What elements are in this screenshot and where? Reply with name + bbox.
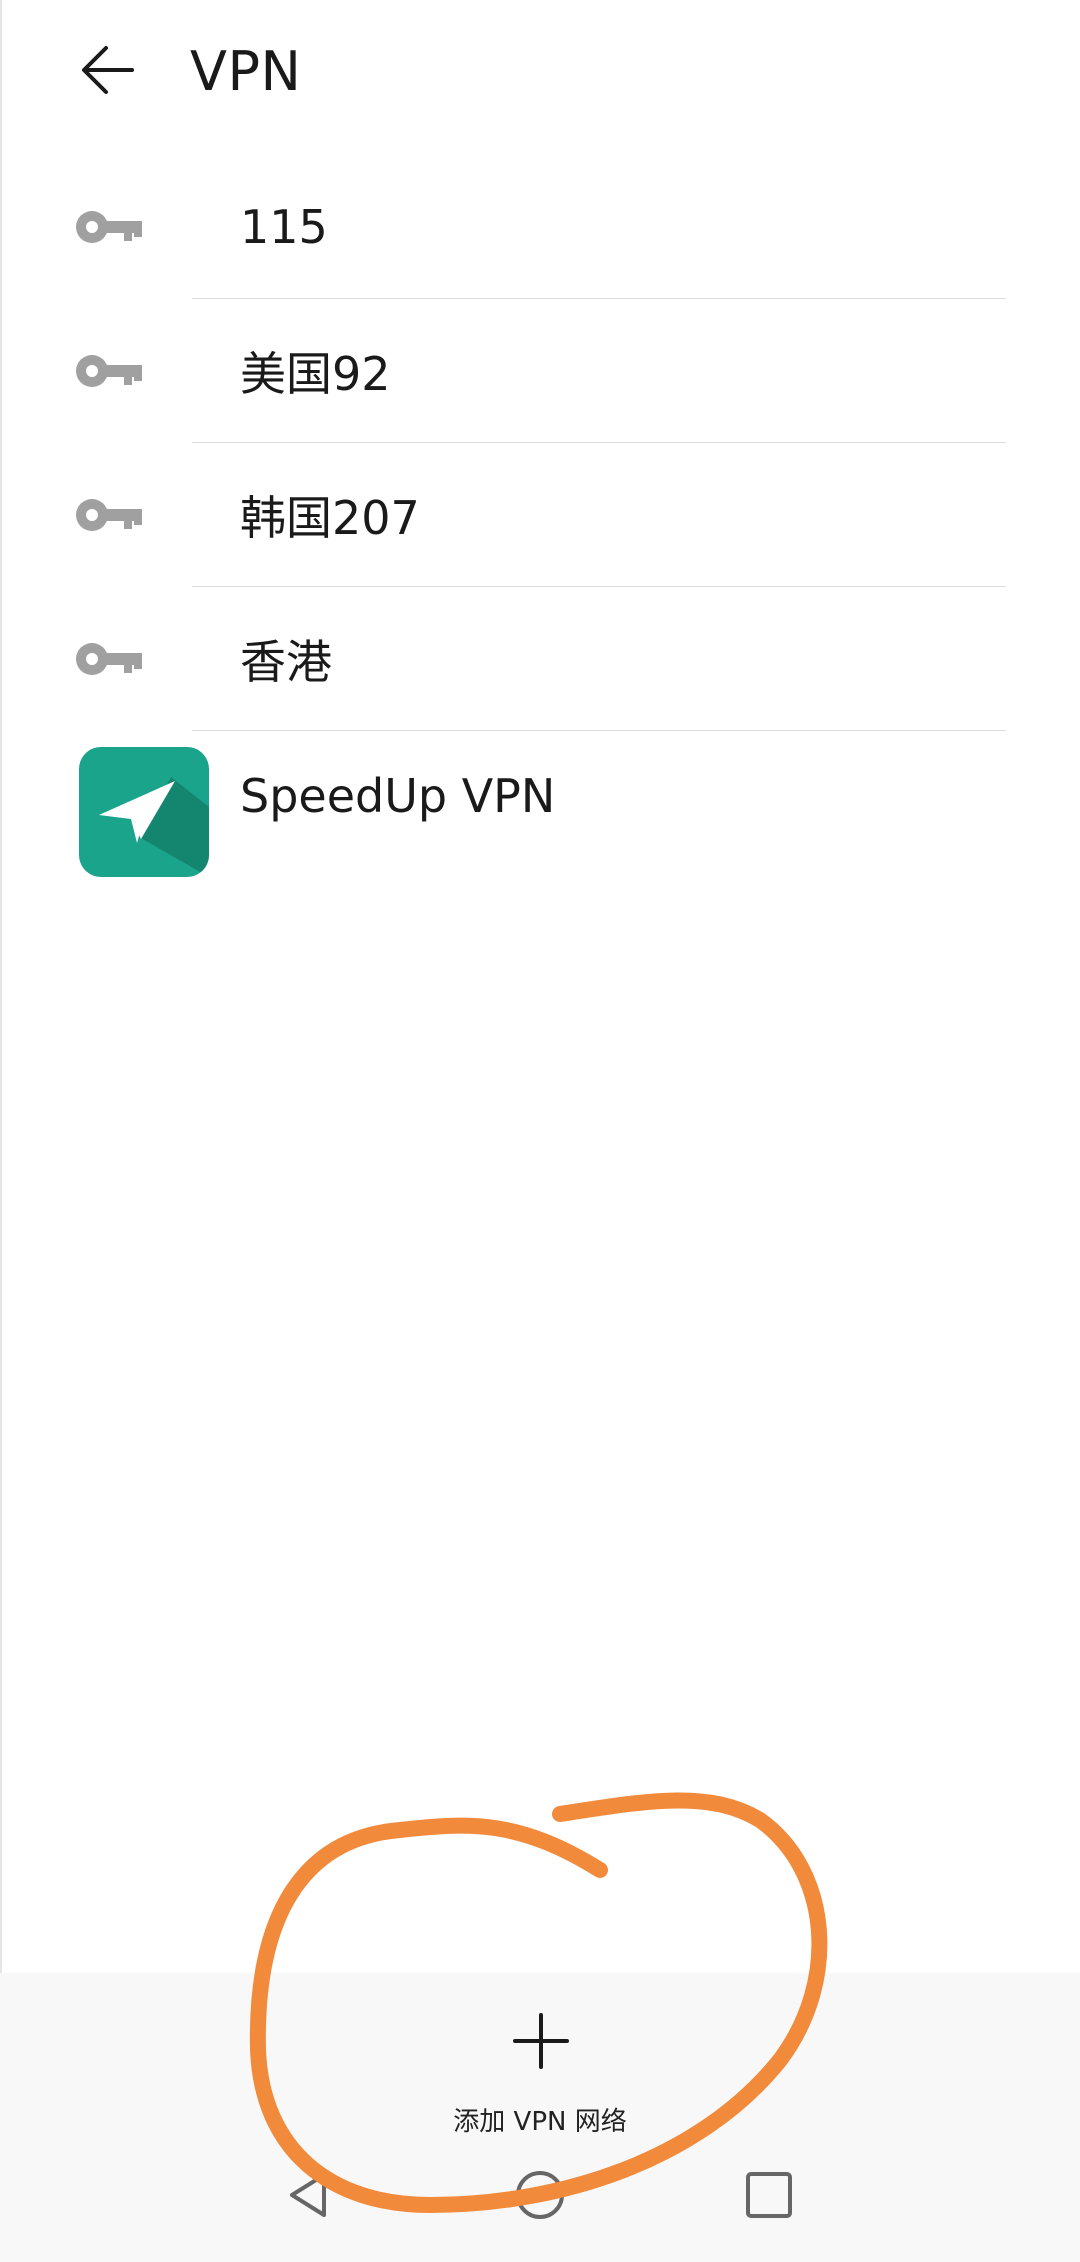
vpn-name: 115 <box>240 200 328 254</box>
circle-home-icon <box>516 2171 564 2219</box>
key-icon <box>76 355 142 387</box>
key-icon <box>76 211 142 243</box>
plus-icon <box>513 2013 569 2069</box>
triangle-back-icon <box>290 2173 326 2217</box>
vpn-name: 香港 <box>240 635 332 689</box>
square-recents-icon <box>746 2172 792 2218</box>
back-button[interactable] <box>70 30 146 110</box>
speedup-vpn-app-icon <box>79 747 209 877</box>
app-name: SpeedUp VPN <box>240 769 556 823</box>
add-vpn-button[interactable]: 添加 VPN 网络 <box>420 2003 660 2143</box>
vpn-list: 115 美国92 韩国207 香港 SpeedUp VPN <box>0 155 1080 901</box>
vpn-list-item[interactable]: 韩国207 <box>0 443 1080 587</box>
system-navigation-bar <box>0 2150 1080 2262</box>
nav-back-button[interactable] <box>275 2160 345 2230</box>
key-icon <box>76 499 142 531</box>
add-vpn-label: 添加 VPN 网络 <box>453 2107 627 2137</box>
page-title: VPN <box>190 40 302 103</box>
vpn-name: 韩国207 <box>240 491 420 545</box>
vpn-name: 美国92 <box>240 347 391 401</box>
vpn-list-item[interactable]: 美国92 <box>0 299 1080 443</box>
arrow-left-icon <box>82 46 134 94</box>
paper-plane-icon <box>99 777 209 877</box>
nav-recents-button[interactable] <box>734 2160 804 2230</box>
vpn-app-item[interactable]: SpeedUp VPN <box>0 731 1080 901</box>
vpn-list-item[interactable]: 香港 <box>0 587 1080 731</box>
key-icon <box>76 643 142 675</box>
vpn-list-item[interactable]: 115 <box>0 155 1080 299</box>
top-app-bar: VPN <box>0 0 1080 150</box>
nav-home-button[interactable] <box>505 2160 575 2230</box>
